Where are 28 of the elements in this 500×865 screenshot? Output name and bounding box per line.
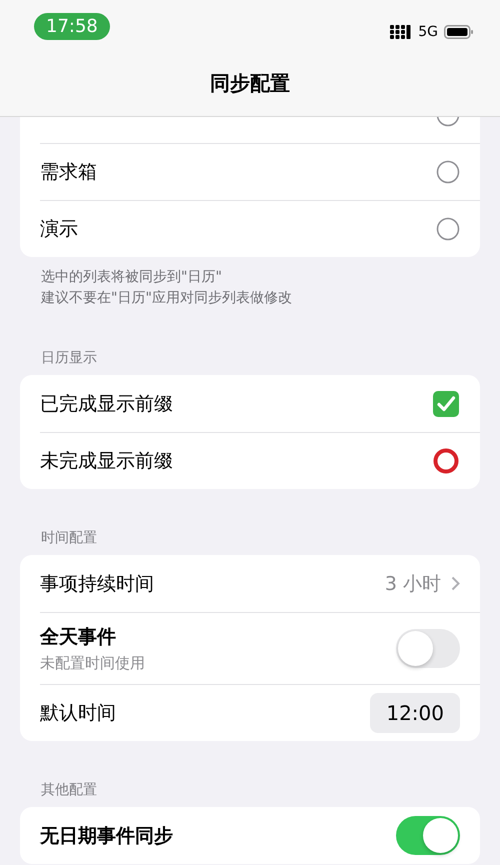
radio-button[interactable] xyxy=(436,216,460,240)
signal-icon xyxy=(390,25,412,39)
toggle-switch[interactable] xyxy=(396,628,460,668)
list-name: 需求箱 xyxy=(40,160,97,184)
battery-icon xyxy=(444,25,474,39)
section-header: 时间配置 xyxy=(40,529,98,548)
row-label: 未完成显示前缀 xyxy=(40,448,173,474)
check-mark-icon xyxy=(432,390,460,418)
circle-icon xyxy=(432,446,460,474)
row-label: 事项持续时间 xyxy=(40,572,154,596)
row-label: 已完成显示前缀 xyxy=(40,392,173,416)
chevron-icon xyxy=(451,576,460,591)
footer-note: 选中的列表将被同步到"日历" xyxy=(41,268,223,287)
row-label: 默认时间 xyxy=(40,700,116,726)
clock-time: 17:58 xyxy=(34,12,110,40)
row-subtitle: 未配置时间使用 xyxy=(40,654,145,672)
toggle-switch[interactable] xyxy=(396,816,460,855)
radio-button[interactable] xyxy=(436,160,460,184)
row-value: 3 小时 xyxy=(384,572,441,596)
row-label: 全天事件 xyxy=(40,624,117,650)
footer-note: 建议不要在"日历"应用对同步列表做修改 xyxy=(41,289,293,308)
list-name: 演示 xyxy=(40,216,78,242)
page-title: 同步配置 xyxy=(209,70,291,97)
time-button[interactable]: 12:00 xyxy=(370,692,460,732)
row-label: 无日期事件同步 xyxy=(40,824,173,848)
network-label: 5G xyxy=(418,24,438,40)
section-header: 日历显示 xyxy=(40,349,98,368)
section-header: 其他配置 xyxy=(40,781,98,800)
